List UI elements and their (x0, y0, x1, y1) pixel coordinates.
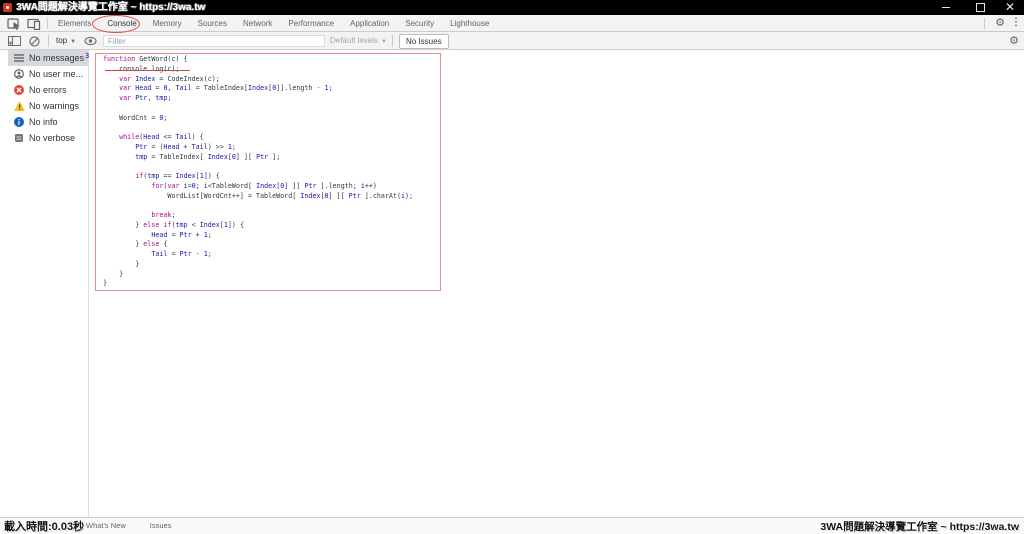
watermark-text: 3WA問題解決導覽工作室 ~ https://3wa.tw (820, 521, 1019, 533)
code-line: Ptr = (Head + Tail) >> 1; (135, 142, 236, 151)
code-line: var Index = CodeIndex(c); (119, 74, 220, 83)
console-sidebar-toggle-icon[interactable] (8, 36, 21, 46)
divider (47, 18, 48, 29)
errors-icon (14, 85, 24, 95)
code-line: WordCnt = 0; (103, 113, 168, 122)
window-title: 3WA問題解決導覽工作室 ~ https://3wa.tw (16, 2, 206, 13)
code-line: } (103, 269, 124, 278)
load-time-overlay: 載入時間:0.03秒 (4, 521, 85, 533)
sidebar-item-no-info[interactable]: No info (0, 114, 88, 130)
code-line: function GetWord(c) { (103, 55, 188, 63)
verbose-icon (14, 133, 24, 143)
code-line: tmp = TableIndex[ Index[0] ][ Ptr ]; (135, 152, 281, 161)
maximize-icon (975, 2, 985, 12)
divider (48, 35, 49, 47)
devtools-tab-bar: Elements Console Memory Sources Network Perfo… (0, 15, 1024, 32)
code-line: Tail = Ptr - 1; (151, 250, 212, 258)
code-line: break; (151, 211, 176, 219)
drawer-tabs: What's New Issues (74, 518, 183, 534)
console-settings-gear-icon[interactable]: ⚙ (1006, 33, 1022, 49)
code-line: var Ptr, tmp; (119, 94, 172, 102)
user-messages-icon (14, 69, 24, 79)
context-selector-label: top (56, 36, 68, 45)
code-line: WordList[WordCnt++] = TableWord[ Index[0… (103, 191, 414, 200)
source-code-snippet: function GetWord(c) { console.log(c); va… (103, 55, 413, 289)
window-title-bar: 3WA問題解決導覽工作室 ~ https://3wa.tw ✕ (0, 0, 1024, 15)
sidebar-item-no-errors[interactable]: No errors (0, 82, 88, 98)
sidebar-item-label: No info (29, 117, 58, 127)
divider (392, 35, 393, 47)
log-levels-label: Default levels (330, 36, 379, 45)
code-line: } else if(tmp < Index[1]) { (103, 220, 244, 229)
code-line: } (103, 259, 140, 268)
code-line: } (103, 279, 108, 288)
sidebar-item-label: No user me... (29, 69, 84, 79)
console-context-selector[interactable]: top ▼ (56, 33, 76, 49)
sidebar-item-no-user-me[interactable]: No user me... (0, 66, 88, 82)
console-tab-oval-annotation (92, 15, 140, 33)
live-expression-eye-icon[interactable] (84, 36, 97, 46)
sidebar-item-no-warnings[interactable]: No warnings (0, 98, 88, 114)
sidebar-item-label: No verbose (29, 133, 76, 143)
tab-memory[interactable]: Memory (145, 15, 190, 31)
tab-sources[interactable]: Sources (190, 15, 235, 31)
sidebar-item-label: No messages (29, 53, 85, 63)
minimize-button[interactable] (936, 0, 956, 15)
info-icon (14, 117, 24, 127)
sidebar-item-no-verbose[interactable]: No verbose (0, 130, 88, 146)
devtools-menu-kebab-icon[interactable]: ⋮ (1010, 15, 1022, 31)
chevron-down-icon: ▼ (381, 39, 387, 45)
code-line: var Head = 0, Tail = TableIndex[Index[0]… (119, 84, 333, 93)
code-line: if(tmp == Index[1]) { (135, 172, 220, 180)
close-button[interactable]: ✕ (1000, 0, 1020, 15)
tab-security[interactable]: Security (397, 15, 442, 31)
tab-network[interactable]: Network (235, 15, 280, 31)
warnings-icon (14, 101, 25, 111)
sidebar-divider[interactable] (88, 50, 89, 517)
sidebar-item-label: No errors (29, 85, 67, 95)
log-levels-select[interactable]: Default levels ▼ (330, 33, 387, 49)
code-line: Head = Ptr + 1; (151, 230, 212, 239)
minimize-icon (942, 6, 950, 8)
tab-application[interactable]: Application (342, 15, 397, 31)
no-issues-button[interactable]: No Issues (399, 34, 449, 49)
divider (984, 18, 985, 29)
code-line: for(var i=0; i<TableWord[ Index[0] ][ Pt… (151, 181, 377, 190)
console-filter-input[interactable] (103, 35, 325, 47)
code-line: while(Head <= Tail) { (119, 133, 204, 141)
tab-performance[interactable]: Performance (280, 15, 342, 31)
console-sidebar: No messages No user me... No errors No warn… (0, 50, 88, 146)
sidebar-item-no-messages[interactable]: No messages (8, 50, 88, 66)
chevron-down-icon: ▼ (70, 39, 77, 45)
tab-lighthouse[interactable]: Lighthouse (442, 15, 497, 31)
console-log-underline-annotation (105, 70, 190, 71)
site-favicon (3, 3, 12, 12)
maximize-button[interactable] (970, 0, 990, 15)
code-line: } else { (103, 240, 168, 249)
clear-console-icon[interactable] (29, 36, 40, 47)
drawer-tab-issues[interactable]: Issues (138, 518, 184, 534)
stray-line-number: 3 (85, 52, 90, 60)
sidebar-item-label: No warnings (29, 101, 80, 111)
messages-icon (14, 53, 24, 63)
device-toolbar-icon[interactable] (27, 18, 41, 30)
devtools-settings-gear-icon[interactable]: ⚙ (992, 15, 1008, 31)
inspect-element-icon[interactable] (7, 18, 21, 30)
